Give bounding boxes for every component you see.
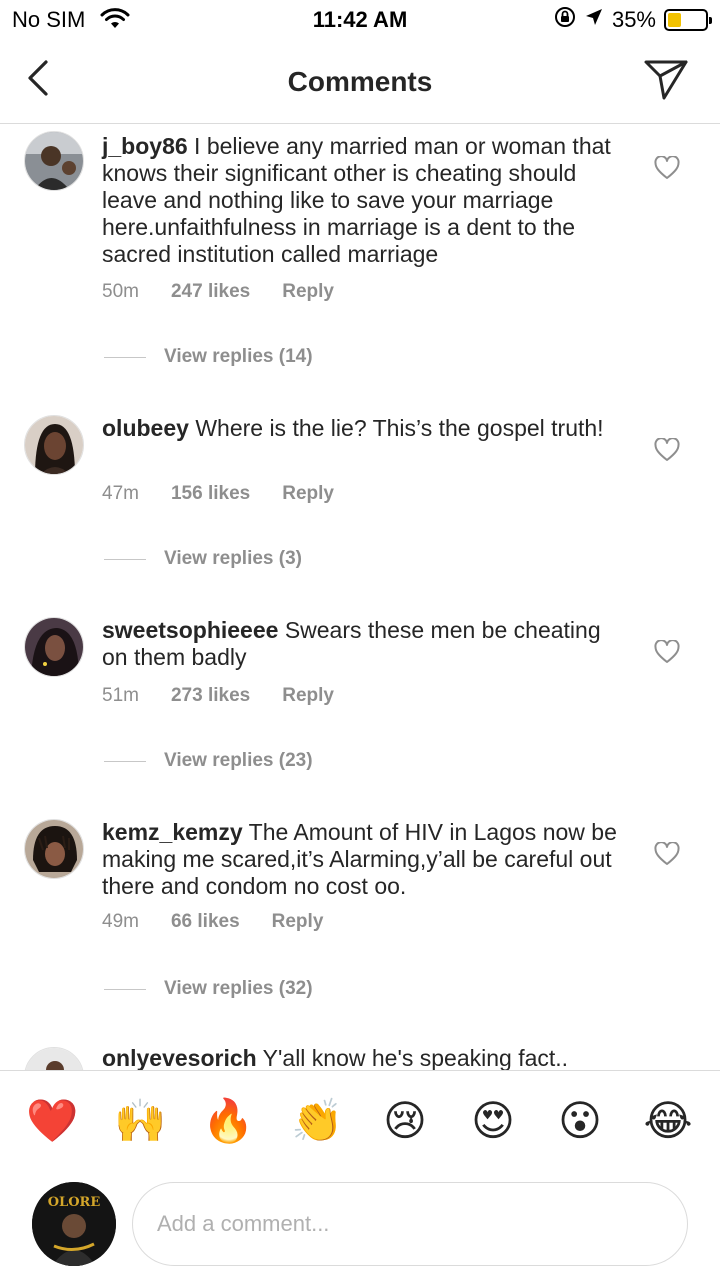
comment-time: 47m <box>102 483 139 504</box>
reply-button[interactable]: Reply <box>282 685 334 707</box>
heart-icon <box>654 639 680 663</box>
view-replies-label: View replies (3) <box>164 548 302 569</box>
quick-emoji-bar: ❤️ 🙌 🔥 👏 😢 😍 😮 😂 <box>0 1070 720 1174</box>
comment-username[interactable]: olubeey <box>102 415 189 441</box>
red-heart-emoji-button[interactable]: ❤️ <box>26 1095 78 1147</box>
avatar[interactable] <box>24 617 84 677</box>
avatar[interactable] <box>24 819 84 879</box>
heart-icon <box>654 155 680 179</box>
comment-body: olubeey Where is the lie? This’s the gos… <box>102 415 622 442</box>
heart-icon <box>654 437 680 461</box>
view-replies-button[interactable]: View replies (32) <box>104 978 313 1000</box>
comment-body: j_boy86 I believe any married man or wom… <box>102 133 622 268</box>
divider-line <box>104 356 146 358</box>
comment-text: Y'all know he's speaking fact.. <box>262 1045 569 1070</box>
likes-count[interactable]: 156 likes <box>171 483 250 505</box>
my-avatar: OLORE <box>32 1182 116 1266</box>
view-replies-label: View replies (32) <box>164 978 313 999</box>
comment-meta: 49m 66 likes Reply <box>102 911 323 933</box>
page-title: Comments <box>287 66 433 97</box>
battery-icon <box>664 9 712 31</box>
like-button[interactable] <box>654 841 680 866</box>
raising-hands-emoji-button[interactable]: 🙌 <box>114 1095 166 1147</box>
comment-composer: OLORE <box>0 1174 720 1280</box>
reply-button[interactable]: Reply <box>282 281 334 303</box>
likes-count[interactable]: 273 likes <box>171 685 250 707</box>
divider-line <box>104 988 146 990</box>
heart-eyes-emoji-button[interactable]: 😍 <box>467 1095 519 1147</box>
view-replies-button[interactable]: View replies (23) <box>104 750 313 772</box>
comment-time: 49m <box>102 911 139 932</box>
like-button[interactable] <box>654 155 680 180</box>
tears-of-joy-emoji-button[interactable]: 😂 <box>642 1095 694 1147</box>
rotation-lock-icon <box>554 6 576 34</box>
comment-body: onlyevesorich Y'all know he's speaking f… <box>102 1045 622 1070</box>
surprised-face-emoji-button[interactable]: 😮 <box>554 1095 606 1147</box>
comment-meta: 50m 247 likes Reply <box>102 281 334 303</box>
like-button[interactable] <box>654 639 680 664</box>
reply-button[interactable]: Reply <box>282 483 334 505</box>
location-arrow-icon <box>584 7 604 33</box>
avatar-logo-text: OLORE <box>48 1195 101 1210</box>
avatar[interactable] <box>24 415 84 475</box>
heart-icon <box>654 841 680 865</box>
view-replies-button[interactable]: View replies (3) <box>104 548 302 570</box>
comment-input[interactable] <box>157 1211 663 1237</box>
likes-count[interactable]: 247 likes <box>171 281 250 303</box>
status-bar: No SIM 11:42 AM 35% <box>0 0 720 40</box>
divider-line <box>104 558 146 560</box>
clapping-hands-emoji-button[interactable]: 👏 <box>291 1095 343 1147</box>
comment-body: sweetsophieeee Swears these men be cheat… <box>102 617 622 671</box>
battery-percent: 35% <box>611 7 656 32</box>
comment-time: 50m <box>102 281 139 302</box>
comment-text: Where is the lie? This’s the gospel trut… <box>195 415 604 441</box>
view-replies-label: View replies (14) <box>164 346 313 367</box>
fire-emoji-button[interactable]: 🔥 <box>202 1095 254 1147</box>
comments-list[interactable]: j_boy86 I believe any married man or wom… <box>0 125 720 1070</box>
paper-plane-icon <box>644 60 688 100</box>
comment-username[interactable]: kemz_kemzy <box>102 819 243 845</box>
like-button[interactable] <box>654 437 680 462</box>
comment-time: 51m <box>102 685 139 706</box>
divider-line <box>104 760 146 762</box>
reply-button[interactable]: Reply <box>272 911 324 933</box>
share-button[interactable] <box>642 56 690 102</box>
comment-body: kemz_kemzy The Amount of HIV in Lagos no… <box>102 819 622 900</box>
comment-meta: 47m 156 likes Reply <box>102 483 334 505</box>
comment-input-container <box>132 1182 688 1266</box>
comment-username[interactable]: j_boy86 <box>102 133 188 159</box>
comment-meta: 51m 273 likes Reply <box>102 685 334 707</box>
view-replies-label: View replies (23) <box>164 750 313 771</box>
comment-username[interactable]: sweetsophieeee <box>102 617 278 643</box>
likes-count[interactable]: 66 likes <box>171 911 240 933</box>
view-replies-button[interactable]: View replies (14) <box>104 346 313 368</box>
header: Comments <box>0 40 720 124</box>
crying-face-emoji-button[interactable]: 😢 <box>379 1095 431 1147</box>
comment-username[interactable]: onlyevesorich <box>102 1045 257 1070</box>
avatar[interactable] <box>24 1047 84 1070</box>
avatar[interactable] <box>24 131 84 191</box>
